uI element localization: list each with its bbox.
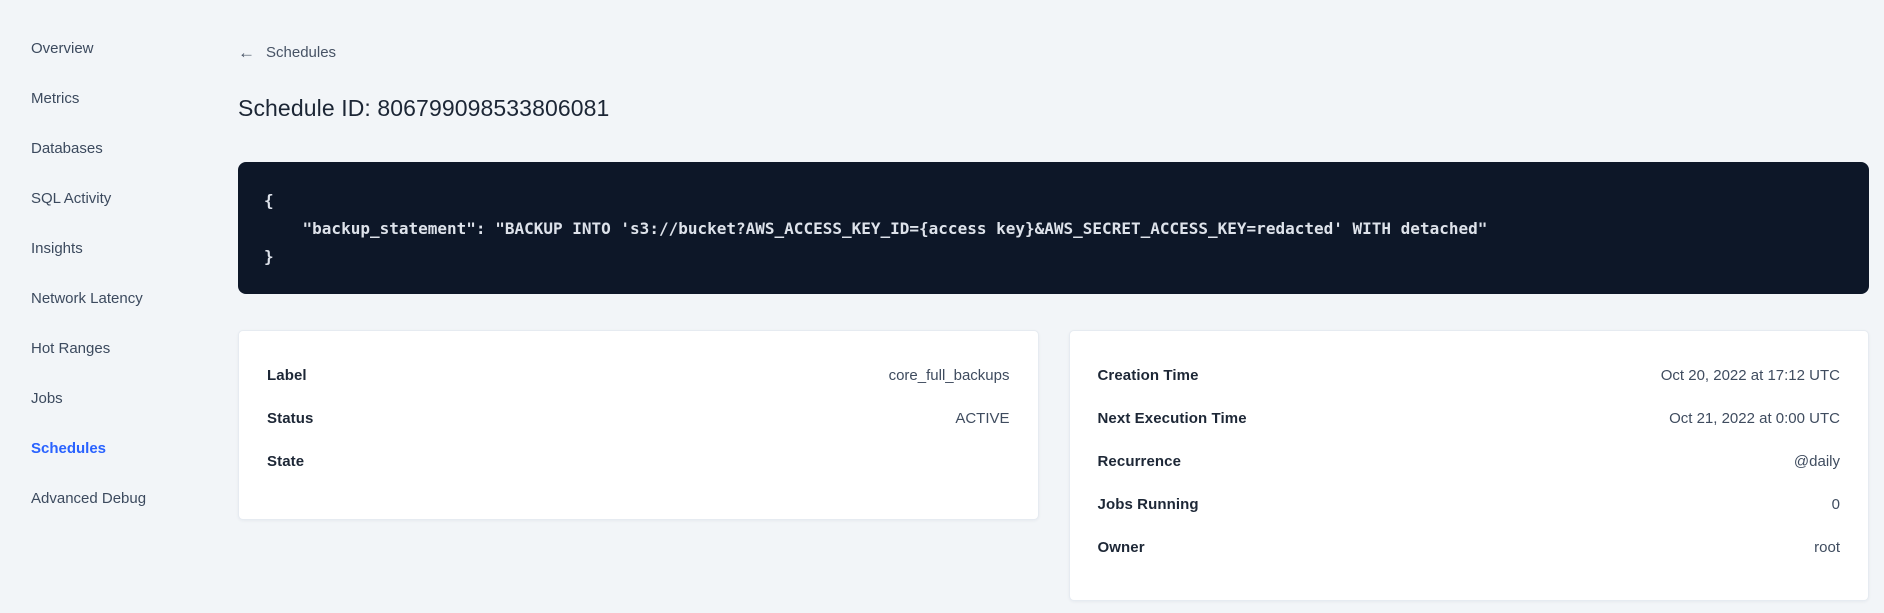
detail-value: 0 [1831,495,1840,513]
detail-label: State [267,452,305,470]
detail-value: ACTIVE [955,409,1010,427]
detail-value: @daily [1793,452,1840,470]
detail-label: Label [267,366,307,384]
detail-label: Owner [1097,538,1145,556]
sidebar-item-sql-activity[interactable]: SQL Activity [0,173,190,223]
sidebar-item-schedules[interactable]: Schedules [0,423,190,473]
detail-row-status: Status ACTIVE [267,397,1010,440]
code-line: } [264,246,274,266]
code-lines: { "backup_statement": "BACKUP INTO 's3:/… [264,187,1843,271]
detail-row-next-execution-time: Next Execution Time Oct 21, 2022 at 0:00 … [1098,397,1841,440]
code-line: "backup_statement": "BACKUP INTO 's3://b… [264,218,1488,238]
sidebar-item-metrics[interactable]: Metrics [0,73,190,123]
detail-row-creation-time: Creation Time Oct 20, 2022 at 17:12 UTC [1098,354,1841,397]
detail-label: Next Execution Time [1097,409,1247,427]
detail-label: Status [267,409,314,427]
detail-label: Creation Time [1097,366,1199,384]
sidebar-item-list: Overview Metrics Databases SQL Activity Insi… [0,23,190,523]
timing-card-rows: Creation Time Oct 20, 2022 at 17:12 UTC Ne… [1098,354,1841,569]
detail-row-state: State [267,440,1010,483]
sidebar-item-network-latency[interactable]: Network Latency [0,273,190,323]
detail-label: Jobs Running [1097,495,1199,513]
backup-statement-code-block: { "backup_statement": "BACKUP INTO 's3:/… [238,161,1869,294]
sidebar-item-overview[interactable]: Overview [0,23,190,73]
detail-row-label: Label core_full_backups [267,354,1010,397]
detail-value: Oct 20, 2022 at 17:12 UTC [1660,366,1840,384]
sidebar-nav: Overview Metrics Databases SQL Activity Insi… [0,0,190,613]
sidebar-item-jobs[interactable]: Jobs [0,373,190,423]
sidebar-item-databases[interactable]: Databases [0,123,190,173]
detail-value: root [1814,538,1840,556]
code-line: { [264,190,274,210]
detail-cards-row: Label core_full_backups Status ACTIVE State … [238,329,1869,601]
main-content: ← Schedules Schedule ID: 806799098533806… [190,0,1884,613]
detail-row-recurrence: Recurrence @daily [1098,440,1841,483]
back-arrow-icon: ← [238,42,255,62]
back-to-schedules-link[interactable]: ← Schedules [238,42,336,62]
schedule-summary-card: Label core_full_backups Status ACTIVE State [238,329,1039,520]
detail-value: Oct 21, 2022 at 0:00 UTC [1669,409,1840,427]
back-link-label: Schedules [266,43,337,61]
summary-card-rows: Label core_full_backups Status ACTIVE State [267,354,1010,483]
schedule-details-page: Overview Metrics Databases SQL Activity Insi… [0,0,1884,613]
detail-value: core_full_backups [888,366,1010,384]
detail-row-owner: Owner root [1098,526,1841,569]
schedule-timing-card: Creation Time Oct 20, 2022 at 17:12 UTC Ne… [1068,329,1869,601]
sidebar-item-insights[interactable]: Insights [0,223,190,273]
page-title: Schedule ID: 806799098533806081 [238,94,610,121]
sidebar-item-hot-ranges[interactable]: Hot Ranges [0,323,190,373]
detail-row-jobs-running: Jobs Running 0 [1098,483,1841,526]
detail-label: Recurrence [1097,452,1182,470]
sidebar-item-advanced-debug[interactable]: Advanced Debug [0,473,190,523]
